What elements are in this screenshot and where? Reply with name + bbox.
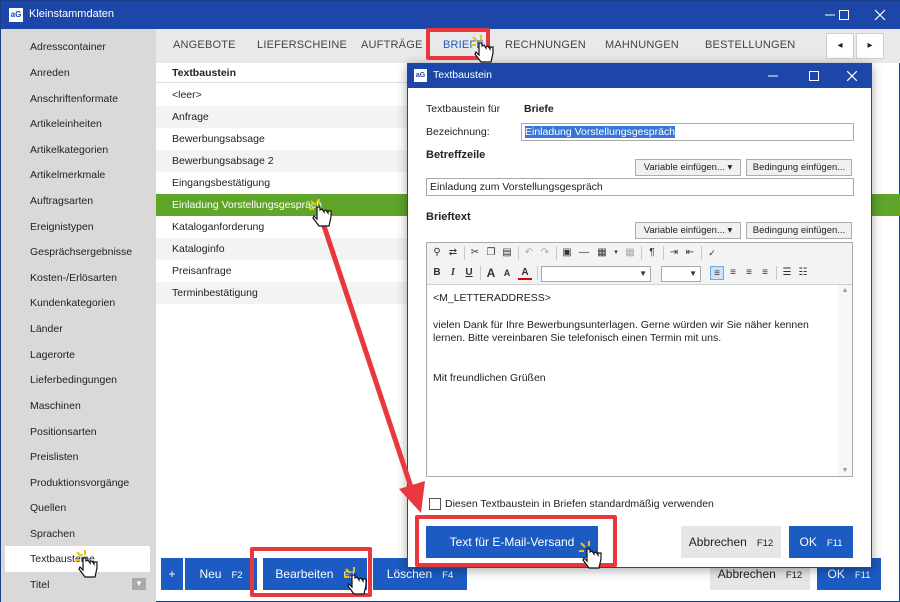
pointer-hand-icon [309, 199, 332, 227]
pointer-hand-icon [75, 550, 98, 578]
main-window: aG Kleinstammdaten Adresscontainer Anred… [0, 0, 900, 602]
pointer-hand-icon [579, 541, 602, 569]
arrow-annotation [320, 220, 425, 513]
pointer-hand-icon [471, 35, 494, 63]
pointer-hand-icon [344, 567, 367, 595]
